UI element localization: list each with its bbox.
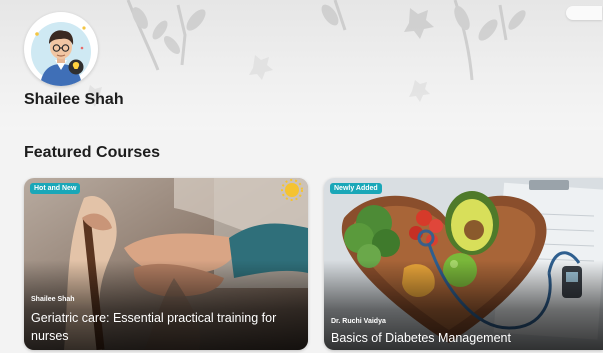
course-author: Dr. Ruchi Vaidya	[331, 318, 386, 325]
course-badge: Hot and New	[30, 183, 81, 194]
featured-courses-heading: Featured Courses	[24, 144, 161, 161]
course-title[interactable]: Geriatric care: Essential practical trai…	[31, 309, 298, 345]
course-author: Shailee Shah	[31, 296, 75, 303]
course-card[interactable]: Newly Added Dr. Ruchi Vaidya Basics of D…	[324, 178, 603, 350]
user-avatar-icon	[31, 22, 91, 86]
avatar[interactable]	[24, 12, 98, 86]
course-title[interactable]: Basics of Diabetes Management	[331, 329, 593, 347]
profile-name: Shailee Shah	[24, 91, 124, 108]
course-card[interactable]: Hot and New Shailee Shah Geriatric care:…	[24, 178, 308, 350]
course-badge: Newly Added	[330, 183, 382, 194]
top-right-chip[interactable]	[566, 6, 602, 20]
